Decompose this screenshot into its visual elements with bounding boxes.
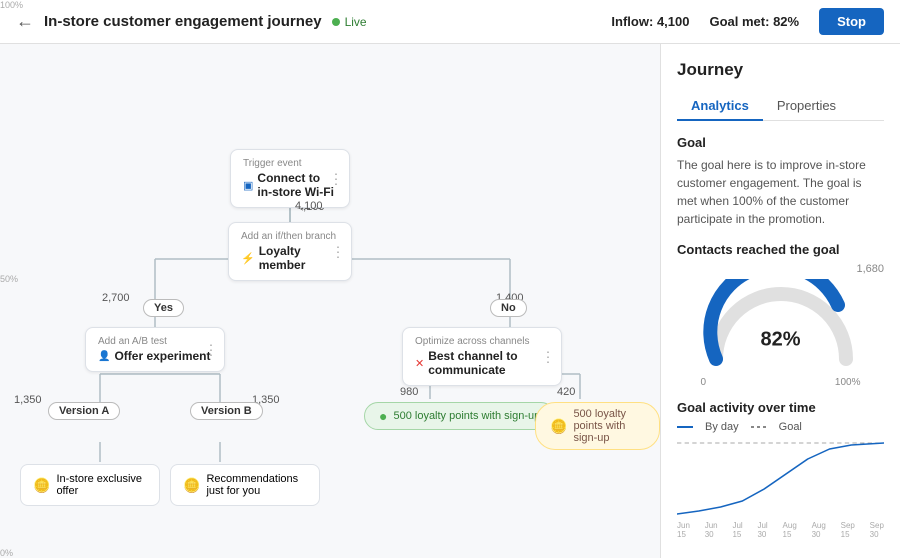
x-label-6: Sep15 (841, 521, 855, 539)
yes-branch-label: Yes (143, 299, 184, 317)
goal-met-stat: Goal met: 82% (709, 14, 799, 29)
optimize-icon: ✕ (415, 357, 424, 370)
flow-420: 420 (557, 386, 575, 398)
donut-label-left: 0 (701, 377, 707, 388)
ab-node[interactable]: Add an A/B test 👤 Offer experiment ⋮ (85, 327, 225, 372)
ab-title: Offer experiment (114, 349, 210, 363)
branch-row: ⚡ Loyalty member (241, 244, 339, 272)
ab-more-icon[interactable]: ⋮ (204, 341, 218, 358)
chart-inner: Jun15 Jun30 Jul15 Jul30 Aug15 Aug30 Sep1… (677, 439, 884, 539)
optimize-title: Best channel to communicate (428, 349, 549, 377)
goal-section-title: Goal (677, 135, 884, 150)
legend-dashed-icon (751, 426, 767, 428)
optimize-more-icon[interactable]: ⋮ (541, 348, 555, 365)
loyalty-text-1: 500 loyalty points with sign-up (393, 410, 540, 422)
page-title: In-store customer engagement journey (44, 13, 322, 30)
optimize-node[interactable]: Optimize across channels ✕ Best channel … (402, 327, 562, 386)
donut-chart: 82% (701, 279, 861, 369)
goal-met-label: Goal met: (709, 14, 769, 29)
leaf-icon-2: 🪙 (183, 477, 200, 494)
flow-yes-count: 2,700 (102, 292, 130, 304)
x-labels: Jun15 Jun30 Jul15 Jul30 Aug15 Aug30 Sep1… (677, 521, 884, 539)
line-chart-svg (677, 439, 884, 519)
legend-goal: Goal (779, 421, 802, 433)
header: ← In-store customer engagement journey L… (0, 0, 900, 44)
trigger-label: Trigger event (243, 158, 337, 169)
no-branch-label: No (490, 299, 527, 317)
tab-analytics[interactable]: Analytics (677, 92, 763, 121)
x-label-0: Jun15 (677, 521, 690, 539)
flow-4100: 4,100 (295, 200, 323, 212)
leaf-node-2[interactable]: 🪙 Recommendations just for you (170, 464, 320, 506)
live-label: Live (345, 15, 367, 29)
panel-title: Journey (677, 60, 884, 80)
trigger-node[interactable]: Trigger event ▣ Connect to in-store Wi-F… (230, 149, 350, 208)
panel-tabs: Analytics Properties (677, 92, 884, 121)
live-badge: Live (332, 15, 367, 29)
legend-by-day: By day (705, 421, 739, 433)
donut-label-right: 100% (835, 377, 861, 388)
x-label-3: Jul30 (757, 521, 767, 539)
x-label-2: Jul15 (732, 521, 742, 539)
version-a-label: Version A (48, 402, 120, 420)
branch-label-text: Add an if/then branch (241, 231, 339, 242)
contacts-section-title: Contacts reached the goal (677, 242, 884, 257)
inflow-label: Inflow: (611, 14, 653, 29)
goal-text: The goal here is to improve in-store cus… (677, 156, 884, 228)
right-panel: Journey Analytics Properties Goal The go… (660, 44, 900, 558)
trigger-row: ▣ Connect to in-store Wi-Fi (243, 171, 337, 199)
chart-section: Goal activity over time By day Goal 100%… (677, 400, 884, 539)
goal-activity-title: Goal activity over time (677, 400, 884, 415)
loyalty-action-1[interactable]: ● 500 loyalty points with sign-up (364, 402, 555, 430)
contacts-header: 1,680 (677, 263, 884, 275)
inflow-value: 4,100 (657, 14, 690, 29)
main-content: 4,100 Trigger event ▣ Connect to in-stor… (0, 44, 900, 558)
ab-row: 👤 Offer experiment (98, 349, 212, 363)
ab-icon: 👤 (98, 351, 110, 362)
loyalty-action-2[interactable]: 🪙 500 loyalty points with sign-up (535, 402, 660, 450)
ab-label-text: Add an A/B test (98, 336, 212, 347)
donut-svg (701, 279, 861, 369)
leaf-node-1[interactable]: 🪙 In-store exclusive offer (20, 464, 160, 506)
chart-area: 100% 50% 0% Jun15 J (677, 439, 884, 539)
optimize-label-text: Optimize across channels (415, 336, 549, 347)
leaf-text-1: In-store exclusive offer (56, 473, 147, 497)
inflow-stat: Inflow: 4,100 (611, 14, 689, 29)
x-label-1: Jun30 (705, 521, 718, 539)
stop-button[interactable]: Stop (819, 8, 884, 35)
goal-met-value: 82% (773, 14, 799, 29)
optimize-row: ✕ Best channel to communicate (415, 349, 549, 377)
legend-line-icon (677, 426, 693, 428)
donut-value: 82% (760, 329, 800, 352)
x-label-7: Sep30 (870, 521, 884, 539)
leaf-text-2: Recommendations just for you (206, 473, 307, 497)
x-label-5: Aug30 (812, 521, 826, 539)
header-left: ← In-store customer engagement journey L… (16, 11, 367, 32)
branch-icon: ⚡ (241, 252, 255, 265)
line-chart (677, 439, 884, 519)
trigger-icon: ▣ (243, 179, 253, 192)
contacts-reached-value: 1,680 (856, 263, 884, 275)
tab-properties[interactable]: Properties (763, 92, 850, 121)
branch-node[interactable]: Add an if/then branch ⚡ Loyalty member ⋮ (228, 222, 352, 281)
loyalty-text-2: 500 loyalty points with sign-up (573, 408, 645, 444)
branch-more-icon[interactable]: ⋮ (331, 243, 345, 260)
loyalty-icon-2: 🪙 (550, 418, 567, 435)
version-b-label: Version B (190, 402, 263, 420)
journey-canvas: 4,100 Trigger event ▣ Connect to in-stor… (0, 44, 660, 558)
header-right: Inflow: 4,100 Goal met: 82% Stop (611, 8, 884, 35)
live-dot (332, 18, 340, 26)
trigger-more-icon[interactable]: ⋮ (329, 170, 343, 187)
flow-980: 980 (400, 386, 418, 398)
donut-labels: 0 100% (701, 377, 861, 388)
journey-diagram: 4,100 Trigger event ▣ Connect to in-stor… (0, 44, 660, 558)
x-label-4: Aug15 (783, 521, 797, 539)
trigger-title: Connect to in-store Wi-Fi (257, 171, 337, 199)
chart-legend: By day Goal (677, 421, 884, 433)
loyalty-icon-1: ● (379, 408, 387, 424)
branch-title: Loyalty member (259, 244, 339, 272)
leaf-icon-1: 🪙 (33, 477, 50, 494)
